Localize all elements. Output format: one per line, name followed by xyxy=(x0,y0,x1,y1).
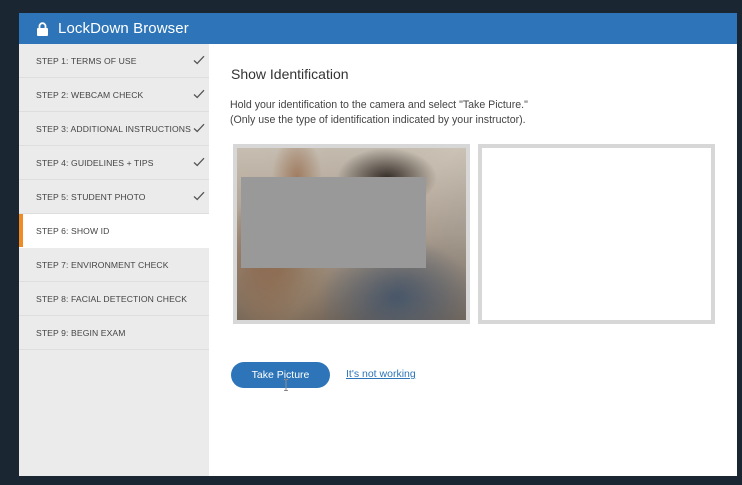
lockdown-browser-window: LockDown Browser STEP 1: TERMS OF USE ST… xyxy=(19,13,737,476)
checkmark-icon xyxy=(193,157,205,167)
take-picture-button[interactable]: Take Picture xyxy=(231,362,330,388)
instructions-line-2: (Only use the type of identification ind… xyxy=(230,114,526,126)
step-label: STEP 7: ENVIRONMENT CHECK xyxy=(36,259,169,270)
sidebar-step-4-guidelines-tips[interactable]: STEP 4: GUIDELINES + TIPS xyxy=(19,146,209,180)
text-cursor-icon xyxy=(284,379,288,391)
step-label: STEP 5: STUDENT PHOTO xyxy=(36,191,146,202)
step-label: STEP 9: BEGIN EXAM xyxy=(36,327,126,338)
step-label: STEP 2: WEBCAM CHECK xyxy=(36,89,144,100)
app-title: LockDown Browser xyxy=(58,20,189,37)
checkmark-icon xyxy=(193,89,205,99)
step-label: STEP 1: TERMS OF USE xyxy=(36,55,137,66)
title-bar: LockDown Browser xyxy=(19,13,737,44)
webcam-live-feed xyxy=(237,148,466,320)
sidebar-step-7-environment-check[interactable]: STEP 7: ENVIRONMENT CHECK xyxy=(19,248,209,282)
step-label: STEP 4: GUIDELINES + TIPS xyxy=(36,157,154,168)
instructions-text: Hold your identification to the camera a… xyxy=(230,98,528,128)
main-content: Show Identification Hold your identifica… xyxy=(209,44,737,476)
checkmark-icon xyxy=(193,123,205,133)
step-label: STEP 8: FACIAL DETECTION CHECK xyxy=(36,293,188,304)
redacted-id-block xyxy=(241,177,426,268)
sidebar-step-1-terms-of-use[interactable]: STEP 1: TERMS OF USE xyxy=(19,44,209,78)
sidebar-step-9-begin-exam[interactable]: STEP 9: BEGIN EXAM xyxy=(19,316,209,350)
not-working-link[interactable]: It's not working xyxy=(346,368,416,380)
steps-sidebar: STEP 1: TERMS OF USE STEP 2: WEBCAM CHEC… xyxy=(19,44,209,476)
checkmark-icon xyxy=(193,191,205,201)
webcam-preview-frame xyxy=(233,144,470,324)
sidebar-step-8-facial-detection-check[interactable]: STEP 8: FACIAL DETECTION CHECK xyxy=(19,282,209,316)
captured-photo-empty xyxy=(482,148,711,320)
step-label: STEP 3: ADDITIONAL INSTRUCTIONS xyxy=(36,123,191,134)
sidebar-step-3-additional-instructions[interactable]: STEP 3: ADDITIONAL INSTRUCTIONS xyxy=(19,112,209,146)
screen-background: LockDown Browser STEP 1: TERMS OF USE ST… xyxy=(0,0,742,485)
page-title: Show Identification xyxy=(231,66,349,82)
instructions-line-1: Hold your identification to the camera a… xyxy=(230,99,528,111)
sidebar-step-2-webcam-check[interactable]: STEP 2: WEBCAM CHECK xyxy=(19,78,209,112)
sidebar-step-5-student-photo[interactable]: STEP 5: STUDENT PHOTO xyxy=(19,180,209,214)
checkmark-icon xyxy=(193,55,205,65)
step-label: STEP 6: SHOW ID xyxy=(36,225,110,236)
captured-photo-frame xyxy=(478,144,715,324)
sidebar-step-6-show-id[interactable]: STEP 6: SHOW ID xyxy=(19,214,209,248)
lock-icon xyxy=(37,21,48,36)
